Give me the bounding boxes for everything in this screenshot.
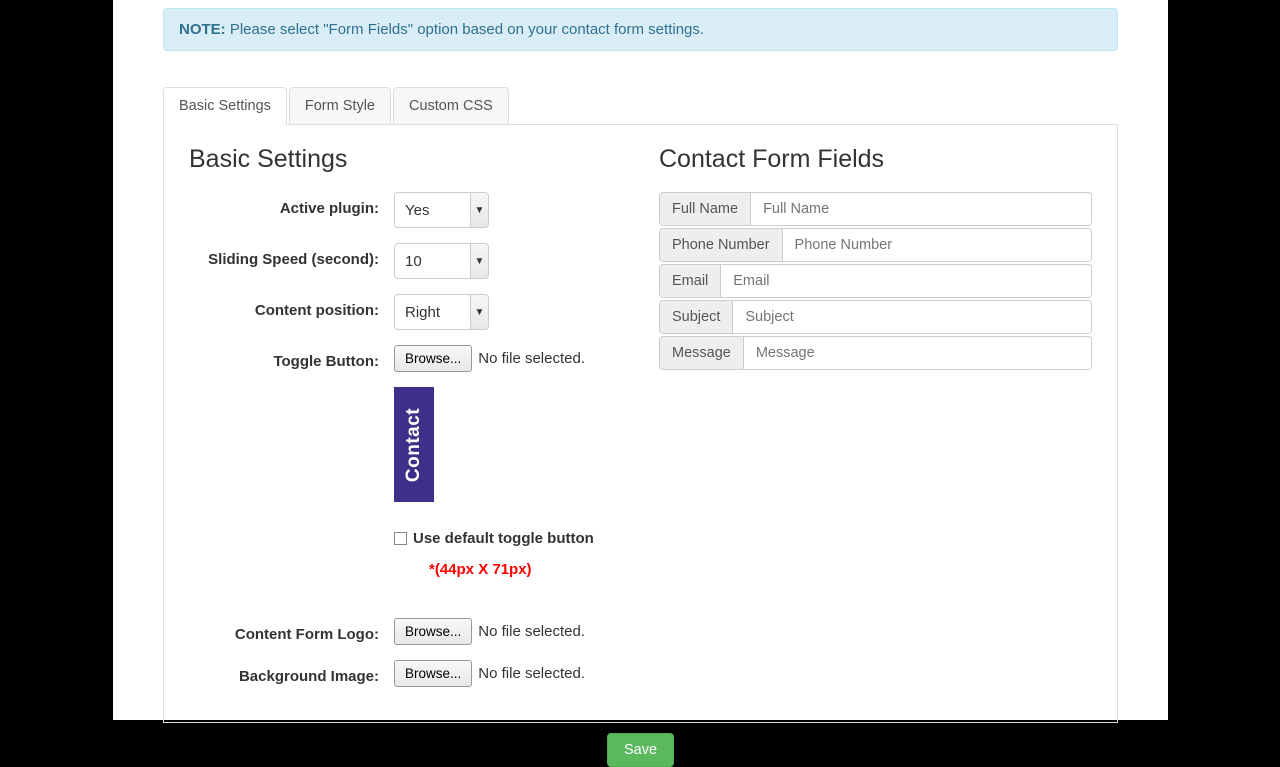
field-full-name-input[interactable] [751, 193, 1091, 225]
toggle-button-file-status: No file selected. [478, 350, 585, 367]
field-message-input[interactable] [744, 337, 1091, 369]
info-alert: NOTE: Please select "Form Fields" option… [163, 8, 1118, 51]
sliding-speed-value: 10 [405, 253, 422, 270]
content-logo-browse[interactable]: Browse... [394, 618, 472, 645]
field-phone-label: Phone Number [660, 229, 783, 261]
tab-basic-settings[interactable]: Basic Settings [163, 87, 287, 125]
content-position-select[interactable]: Right ▼ [394, 294, 489, 330]
settings-panel: Basic Settings Active plugin: Yes ▼ Slid… [163, 125, 1118, 723]
field-subject-label: Subject [660, 301, 733, 333]
tab-custom-css[interactable]: Custom CSS [393, 87, 509, 125]
use-default-toggle-checkbox[interactable] [394, 532, 407, 545]
active-plugin-label: Active plugin: [189, 192, 394, 217]
chevron-down-icon: ▼ [470, 295, 488, 329]
tab-form-style[interactable]: Form Style [289, 87, 391, 125]
toggle-button-browse[interactable]: Browse... [394, 345, 472, 372]
field-full-name: Full Name [659, 192, 1092, 226]
chevron-down-icon: ▼ [470, 193, 488, 227]
use-default-toggle-label: Use default toggle button [413, 530, 594, 547]
toggle-button-preview: Contact [394, 387, 434, 502]
contact-form-fields-heading: Contact Form Fields [659, 145, 1092, 174]
save-button[interactable]: Save [607, 733, 674, 767]
toggle-preview-text: Contact [403, 407, 425, 481]
field-message-label: Message [660, 337, 744, 369]
field-phone: Phone Number [659, 228, 1092, 262]
sliding-speed-select[interactable]: 10 ▼ [394, 243, 489, 279]
field-email: Email [659, 264, 1092, 298]
background-image-file-status: No file selected. [478, 665, 585, 682]
toggle-dimension-note: *(44px X 71px) [429, 561, 619, 578]
field-full-name-label: Full Name [660, 193, 751, 225]
settings-tabs: Basic Settings Form Style Custom CSS [163, 86, 1118, 125]
chevron-down-icon: ▼ [470, 244, 488, 278]
active-plugin-value: Yes [405, 202, 429, 219]
background-image-label: Background Image: [189, 660, 394, 685]
active-plugin-select[interactable]: Yes ▼ [394, 192, 489, 228]
content-position-label: Content position: [189, 294, 394, 319]
content-logo-file-status: No file selected. [478, 623, 585, 640]
sliding-speed-label: Sliding Speed (second): [189, 243, 394, 268]
field-subject-input[interactable] [733, 301, 1091, 333]
field-phone-input[interactable] [783, 229, 1091, 261]
field-email-input[interactable] [721, 265, 1091, 297]
background-image-browse[interactable]: Browse... [394, 660, 472, 687]
content-logo-label: Content Form Logo: [189, 618, 394, 643]
content-position-value: Right [405, 304, 440, 321]
field-email-label: Email [660, 265, 721, 297]
field-message: Message [659, 336, 1092, 370]
field-subject: Subject [659, 300, 1092, 334]
basic-settings-heading: Basic Settings [189, 145, 619, 174]
toggle-button-label: Toggle Button: [189, 345, 394, 370]
alert-prefix: NOTE: [179, 21, 226, 38]
alert-text: Please select "Form Fields" option based… [226, 21, 704, 38]
